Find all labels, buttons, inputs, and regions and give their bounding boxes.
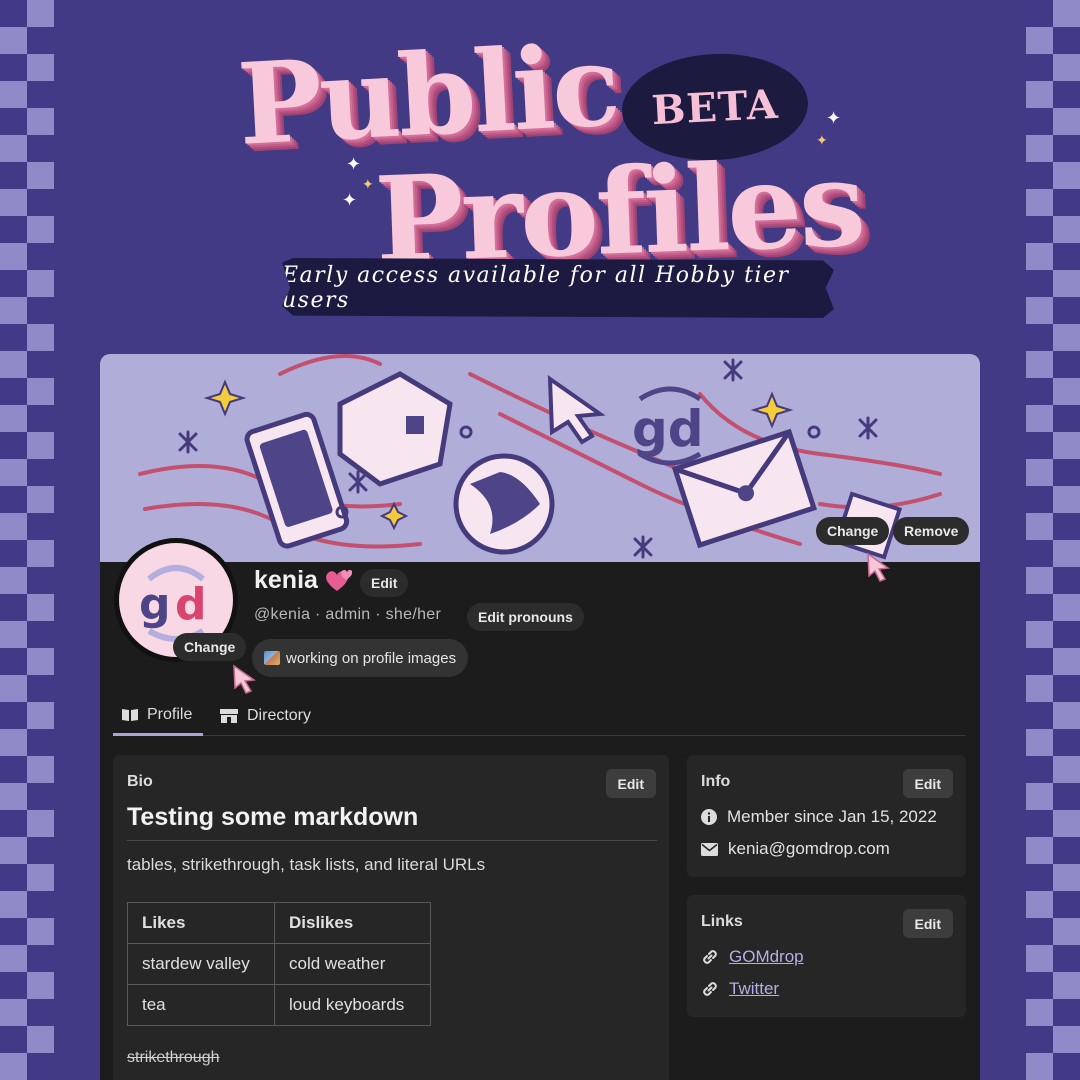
svg-text:d: d xyxy=(175,579,207,630)
link-twitter[interactable]: Twitter xyxy=(729,979,779,999)
headline: Public BETA Profiles ✦ ✦ ✦ ✦ ✦ xyxy=(230,20,890,290)
profile-role: admin xyxy=(325,606,371,623)
sparkle-icon: ✦ xyxy=(342,190,358,211)
sparkle-icon: ✦ xyxy=(826,108,842,129)
profile-handle: @kenia xyxy=(254,606,311,623)
meta-separator: · xyxy=(315,606,326,623)
open-book-icon xyxy=(122,708,138,721)
pointer-cursor-icon xyxy=(233,664,257,694)
tagline-ribbon: Early access available for all Hobby tie… xyxy=(282,258,834,318)
bio-text: tables, strikethrough, task lists, and l… xyxy=(127,855,486,874)
two-hearts-icon xyxy=(326,569,352,591)
table-cell: stardew valley xyxy=(127,943,275,985)
svg-text:gd: gd xyxy=(632,400,704,458)
profile-meta: @kenia · admin · she/her xyxy=(254,606,441,624)
email-row: kenia@gomdrop.com xyxy=(701,839,890,859)
table-header: Dislikes xyxy=(274,902,431,944)
meta-separator: · xyxy=(375,606,386,623)
profile-name: kenia xyxy=(254,566,318,594)
tab-label: Profile xyxy=(147,705,193,723)
tab-label: Directory xyxy=(247,707,312,724)
avatar-change-button[interactable]: Change xyxy=(173,633,247,661)
bio-title: Bio xyxy=(127,773,153,790)
link-icon xyxy=(703,982,717,996)
email-text: kenia@gomdrop.com xyxy=(728,839,890,858)
tab-directory[interactable]: Directory xyxy=(219,696,311,736)
profile-pronouns: she/her xyxy=(385,606,442,623)
strikethrough-text: strikethrough xyxy=(127,1049,220,1066)
profile-card: gd Change Remove g d Change kenia Edit @… xyxy=(100,354,980,1080)
beta-badge-text: BETA xyxy=(650,80,780,134)
link-row[interactable]: GOMdrop xyxy=(701,947,804,967)
info-icon xyxy=(701,809,717,825)
member-since-row: Member since Jan 15, 2022 xyxy=(701,807,937,827)
envelope-icon xyxy=(701,842,718,856)
svg-text:g: g xyxy=(139,579,171,630)
links-edit-button[interactable]: Edit xyxy=(902,909,953,938)
table-cell: cold weather xyxy=(274,943,431,985)
table-row: stardew valley cold weather xyxy=(127,943,431,985)
links-title: Links xyxy=(701,913,743,930)
storefront-icon xyxy=(220,709,238,723)
tagline-text: Early access available for all Hobby tie… xyxy=(282,263,790,313)
info-edit-button[interactable]: Edit xyxy=(902,769,953,798)
table-cell: loud keyboards xyxy=(274,984,431,1026)
edit-pronouns-button[interactable]: Edit pronouns xyxy=(467,603,584,631)
link-row[interactable]: Twitter xyxy=(701,979,779,999)
table-row: tea loud keyboards xyxy=(127,984,431,1026)
bio-table: Likes Dislikes stardew valley cold weath… xyxy=(127,902,431,1026)
link-icon xyxy=(703,950,717,964)
checker-border-left xyxy=(0,0,54,1080)
table-header-row: Likes Dislikes xyxy=(127,902,431,944)
banner-remove-button[interactable]: Remove xyxy=(893,517,970,545)
links-panel: Links Edit GOMdrop Twitter xyxy=(687,895,966,1017)
info-panel: Info Edit Member since Jan 15, 2022 keni… xyxy=(687,755,966,877)
table-cell: tea xyxy=(127,984,275,1026)
bio-heading: Testing some markdown xyxy=(127,803,657,841)
sparkle-icon: ✦ xyxy=(816,133,828,149)
sparkle-icon: ✦ xyxy=(346,154,362,175)
banner-change-button[interactable]: Change xyxy=(816,517,890,545)
profile-tabs: Profile Directory xyxy=(113,696,966,736)
status-text: working on profile images xyxy=(286,649,457,667)
bio-panel: Bio Edit Testing some markdown tables, s… xyxy=(113,755,669,1080)
member-since-text: Member since Jan 15, 2022 xyxy=(727,807,937,826)
bio-edit-button[interactable]: Edit xyxy=(605,769,656,798)
status-pill[interactable]: working on profile images xyxy=(252,639,469,677)
edit-name-button[interactable]: Edit xyxy=(360,569,409,597)
pointer-cursor-icon xyxy=(867,552,891,582)
info-title: Info xyxy=(701,773,731,790)
tab-profile[interactable]: Profile xyxy=(113,696,203,736)
checker-border-right xyxy=(1026,0,1080,1080)
framed-picture-icon xyxy=(264,651,280,665)
table-header: Likes xyxy=(127,902,275,944)
sparkle-icon: ✦ xyxy=(362,177,374,193)
link-gomdrop[interactable]: GOMdrop xyxy=(729,947,804,967)
